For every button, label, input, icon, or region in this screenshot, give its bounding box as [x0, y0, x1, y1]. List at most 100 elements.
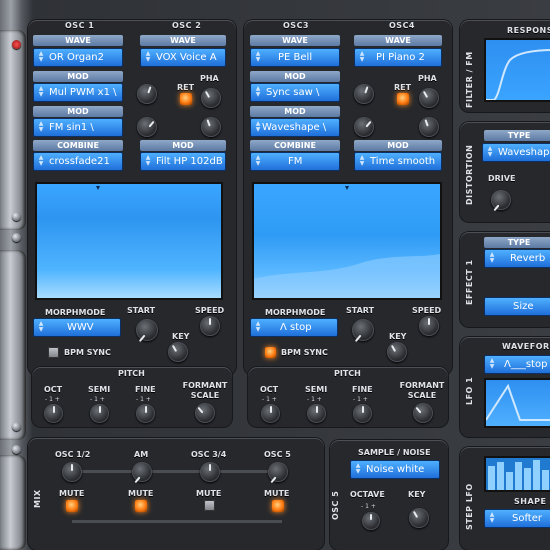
waveform-label: WAVEFORM	[502, 342, 550, 351]
osc3-mod2-select[interactable]: ▲ ▼ Waveshape \	[250, 118, 340, 137]
osc3-wave-select[interactable]: ▲ ▼ PE Bell	[250, 48, 340, 67]
updown-arrows-icon[interactable]: ▲ ▼	[144, 155, 152, 168]
osc2-mod-knob[interactable]	[201, 117, 221, 137]
osc4-mod-value: Time smooth	[370, 156, 436, 167]
pha-knob[interactable]	[201, 88, 221, 108]
oct-knob[interactable]	[44, 404, 63, 423]
distortion-type-label: TYPE	[484, 130, 550, 141]
osc34-wave-display[interactable]	[252, 182, 442, 300]
step-lfo-display[interactable]	[484, 456, 550, 492]
bpm-sync-toggle[interactable]	[48, 347, 59, 358]
fine-knob[interactable]	[136, 404, 155, 423]
updown-arrows-icon[interactable]: ▲ ▼	[254, 121, 262, 134]
pha-knob[interactable]	[419, 88, 439, 108]
mix-osc34-knob[interactable]	[200, 462, 220, 482]
osc2-mod-value: Filt HP 102dB	[156, 156, 223, 167]
lfo-wave-display[interactable]	[484, 378, 550, 428]
updown-arrows-icon[interactable]: ▲ ▼	[486, 146, 494, 159]
mute-label: MUTE	[59, 489, 85, 498]
updown-arrows-icon[interactable]: ▲ ▼	[254, 321, 262, 334]
drive-knob[interactable]	[491, 190, 511, 212]
osc5-key-knob[interactable]	[409, 508, 429, 528]
updown-arrows-icon[interactable]: ▲ ▼	[488, 512, 496, 525]
start-knob[interactable]	[136, 319, 158, 343]
osc5-sample-select[interactable]: ▲ ▼ Noise white	[350, 460, 440, 479]
updown-arrows-icon[interactable]: ▲ ▼	[37, 121, 45, 134]
mute-am-toggle[interactable]	[135, 500, 147, 512]
updown-arrows-icon[interactable]: ▲ ▼	[37, 321, 45, 334]
semi-label: SEMI	[305, 385, 328, 394]
formant-knob[interactable]	[195, 403, 215, 423]
speed-knob[interactable]	[419, 316, 439, 336]
updown-arrows-icon[interactable]: ▲ ▼	[488, 358, 496, 371]
semi-knob[interactable]	[90, 404, 109, 423]
formant-knob[interactable]	[413, 403, 433, 423]
osc1-mod2-value: FM sin1 \	[49, 122, 94, 133]
shape-label: SHAPE	[514, 497, 547, 506]
fine-scale: - 1 +	[136, 396, 151, 403]
updown-arrows-icon[interactable]: ▲ ▼	[37, 51, 45, 64]
osc2-wave-label: WAVE	[140, 35, 226, 46]
osc12-wave-display[interactable]	[35, 182, 223, 300]
ret-led[interactable]	[180, 93, 192, 105]
updown-arrows-icon[interactable]: ▲ ▼	[354, 463, 362, 476]
morphmode-select[interactable]: ▲ ▼ WWV	[33, 318, 121, 337]
osc3-mod-label: MOD	[250, 71, 340, 82]
bpm-sync-toggle[interactable]	[265, 347, 276, 358]
combine-select[interactable]: ▲ ▼ crossfade21	[33, 152, 123, 171]
mute-label: MUTE	[264, 489, 290, 498]
updown-arrows-icon[interactable]: ▲ ▼	[37, 155, 45, 168]
step-lfo-shape-select[interactable]: ▲ ▼ Softer	[484, 509, 550, 528]
screw	[12, 233, 21, 242]
morphmode-select[interactable]: ▲ ▼ Λ stop	[250, 318, 338, 337]
osc3-mod1-select[interactable]: ▲ ▼ Sync saw \	[250, 83, 340, 102]
octave-knob[interactable]	[362, 512, 380, 530]
semi-knob[interactable]	[307, 404, 326, 423]
mute-osc34-toggle[interactable]	[204, 500, 215, 511]
updown-arrows-icon[interactable]: ▲ ▼	[254, 155, 262, 168]
mute-osc12-toggle[interactable]	[66, 500, 78, 512]
osc3-mod1-knob[interactable]	[354, 84, 374, 104]
effect-size-select[interactable]: Size	[484, 297, 550, 316]
distortion-type-select[interactable]: ▲ ▼ Waveshape	[482, 143, 550, 162]
osc1-wave-select[interactable]: ▲ ▼ OR Organ2	[33, 48, 123, 67]
osc1-mod1-knob[interactable]	[137, 84, 157, 104]
updown-arrows-icon[interactable]: ▲ ▼	[254, 86, 262, 99]
key-knob[interactable]	[168, 342, 188, 362]
updown-arrows-icon[interactable]: ▲ ▼	[37, 86, 45, 99]
mix-osc5-knob[interactable]	[268, 462, 288, 484]
effect-type-select[interactable]: ▲ ▼ Reverb	[484, 249, 550, 268]
key-knob[interactable]	[387, 342, 407, 362]
updown-arrows-icon[interactable]: ▲ ▼	[254, 51, 262, 64]
pha-label: PHA	[200, 74, 219, 83]
bpm-sync-label: BPM SYNC	[281, 348, 328, 357]
osc1-mod2-select[interactable]: ▲ ▼ FM sin1 \	[33, 118, 123, 137]
osc2-wave-select[interactable]: ▲ ▼ VOX Voice A	[140, 48, 226, 67]
fine-knob[interactable]	[353, 404, 372, 423]
ret-led[interactable]	[397, 93, 409, 105]
oct-knob[interactable]	[261, 404, 280, 423]
osc4-mod-knob[interactable]	[419, 117, 439, 137]
osc2-mod-select[interactable]: ▲ ▼ Filt HP 102dB	[140, 152, 226, 171]
updown-arrows-icon[interactable]: ▲ ▼	[488, 252, 496, 265]
combine-select[interactable]: ▲ ▼ FM	[250, 152, 340, 171]
osc1-mod2-knob[interactable]	[137, 117, 157, 137]
filter-response-display[interactable]	[484, 38, 550, 102]
fine-label: FINE	[352, 385, 373, 394]
updown-arrows-icon[interactable]: ▲ ▼	[358, 155, 366, 168]
osc4-mod-select[interactable]: ▲ ▼ Time smooth	[354, 152, 442, 171]
osc1-mod1-select[interactable]: ▲ ▼ Mul PWM x1 \	[33, 83, 123, 102]
lfo-waveform-select[interactable]: ▲ ▼ Λ___stop	[484, 355, 550, 374]
speed-knob[interactable]	[200, 316, 220, 336]
start-label: START	[127, 306, 156, 315]
start-knob[interactable]	[352, 319, 374, 343]
mute-label: MUTE	[196, 489, 222, 498]
mix-am-knob[interactable]	[132, 462, 152, 484]
osc3-mod2-knob[interactable]	[354, 117, 374, 137]
updown-arrows-icon[interactable]: ▲ ▼	[144, 51, 152, 64]
mix-osc12-knob[interactable]	[62, 462, 82, 482]
mute-osc5-toggle[interactable]	[272, 500, 284, 512]
updown-arrows-icon[interactable]: ▲ ▼	[358, 51, 366, 64]
semi-scale: - 1 +	[307, 396, 322, 403]
osc4-wave-select[interactable]: ▲ ▼ PI Piano 2	[354, 48, 442, 67]
